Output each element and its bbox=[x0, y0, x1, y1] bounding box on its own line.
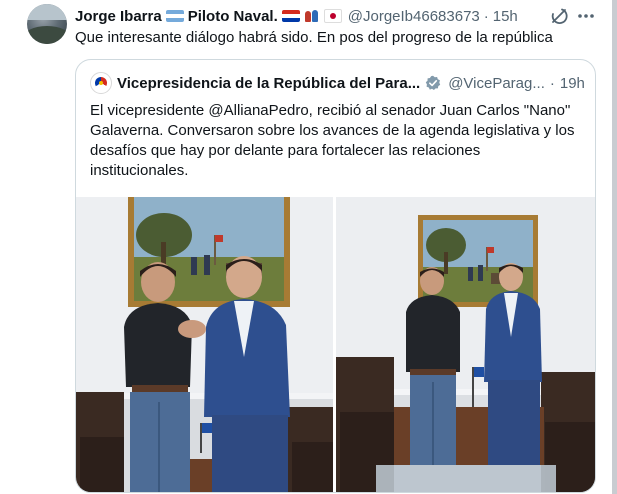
window-edge bbox=[612, 0, 617, 494]
author-avatar[interactable] bbox=[27, 4, 67, 44]
tweet[interactable]: Jorge Ibarra Piloto Naval. @JorgeIb46683… bbox=[0, 0, 612, 494]
author-handle[interactable]: @JorgeIb46683673 bbox=[348, 8, 480, 25]
more-icon[interactable] bbox=[575, 6, 597, 26]
tweet-text: Que interesante diálogo habrá sido. En p… bbox=[75, 29, 553, 46]
quoted-text-line: desafíos que hay por delante para fortal… bbox=[90, 142, 481, 159]
people-emoji-icon bbox=[304, 9, 320, 23]
separator-dot: · bbox=[483, 7, 489, 25]
quoted-tweet-time[interactable]: 19h bbox=[560, 75, 585, 92]
paraguay-flag-icon bbox=[281, 10, 300, 22]
quoted-separator-dot: · bbox=[549, 74, 555, 92]
argentina-flag-icon bbox=[165, 10, 184, 22]
photo-standing[interactable] bbox=[336, 197, 595, 492]
quoted-text-line: Galaverna. Conversaron sobre los avances… bbox=[90, 122, 575, 139]
quoted-text-line: El vicepresidente @AllianaPedro, recibió… bbox=[90, 102, 571, 119]
quoted-text-line: institucionales. bbox=[90, 162, 189, 179]
author-title[interactable]: Piloto Naval. bbox=[188, 8, 278, 25]
japan-flag-icon bbox=[323, 9, 342, 23]
quoted-tweet[interactable]: Vicepresidencia de la República del Para… bbox=[75, 59, 596, 493]
verified-badge-icon bbox=[426, 75, 441, 90]
quoted-author-handle[interactable]: @ViceParag... bbox=[448, 75, 545, 92]
quoted-author-name[interactable]: Vicepresidencia de la República del Para… bbox=[117, 75, 420, 92]
tweet-header: Jorge Ibarra Piloto Naval. @JorgeIb46683… bbox=[75, 6, 518, 26]
quoted-author-avatar[interactable] bbox=[90, 72, 112, 94]
tweet-time[interactable]: 15h bbox=[493, 8, 518, 25]
author-name[interactable]: Jorge Ibarra bbox=[75, 8, 162, 25]
quoted-tweet-header: Vicepresidencia de la República del Para… bbox=[90, 72, 585, 94]
quoted-tweet-text: El vicepresidente @AllianaPedro, recibió… bbox=[90, 101, 585, 181]
photo-handshake[interactable] bbox=[76, 197, 333, 492]
grok-icon[interactable] bbox=[549, 6, 569, 26]
